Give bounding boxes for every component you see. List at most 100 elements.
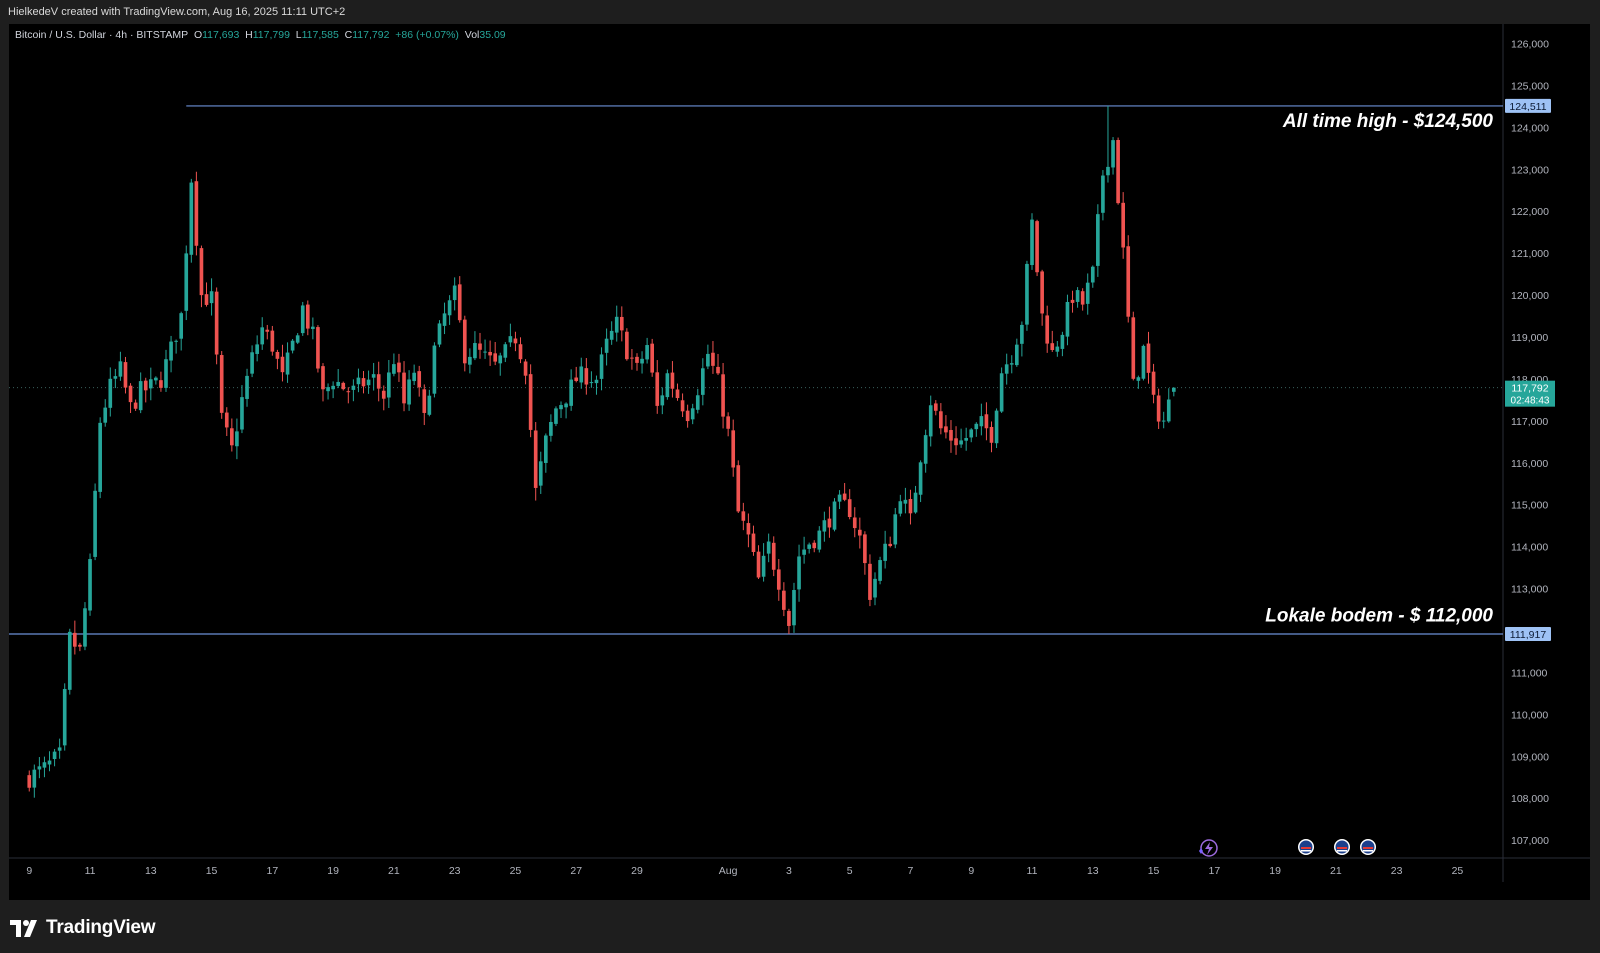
candle-body — [245, 375, 249, 399]
candle-body — [680, 400, 685, 412]
candle-body — [1101, 175, 1105, 213]
x-tick-label: 15 — [1148, 865, 1160, 877]
y-tick-label: 121,000 — [1511, 248, 1549, 260]
candle-body — [538, 461, 543, 486]
candle-body — [822, 520, 827, 532]
candle-body — [614, 316, 619, 333]
candle-body — [898, 501, 903, 514]
candle-body — [1030, 219, 1034, 266]
x-tick-label: 5 — [847, 865, 853, 877]
candle-body — [1090, 266, 1095, 283]
candle-body — [387, 372, 391, 398]
candle-body — [260, 327, 265, 345]
brand-name: TradingView — [46, 917, 156, 938]
tradingview-brand[interactable]: TradingView — [10, 914, 156, 942]
candle-body — [1055, 346, 1060, 352]
candle-body — [290, 340, 295, 351]
candle-body — [660, 395, 665, 406]
candle-body — [751, 533, 756, 552]
candle-body — [128, 385, 133, 403]
candle-body — [949, 430, 953, 441]
candle-body — [402, 372, 406, 404]
candle-body — [199, 248, 204, 296]
candle-body — [189, 182, 194, 255]
candle-body — [179, 313, 184, 339]
candle-body — [1070, 299, 1075, 303]
candle-body — [113, 376, 118, 379]
y-tick-label: 122,000 — [1511, 206, 1549, 218]
candle-body — [721, 374, 725, 417]
y-tick-label: 116,000 — [1511, 458, 1548, 470]
candle-body — [852, 517, 857, 529]
candle-body — [782, 590, 786, 610]
us-flag-event-icon-2-stripe2 — [1337, 850, 1347, 852]
y-tick-label: 114,000 — [1511, 542, 1548, 554]
candle-body — [989, 426, 994, 443]
legend-vol-value: 35.09 — [479, 29, 505, 41]
us-flag-event-icon-3-stripe — [1363, 847, 1373, 849]
candle-body — [559, 405, 563, 410]
candle-body — [376, 374, 381, 389]
candle-body — [569, 379, 573, 406]
candle-body — [584, 368, 589, 385]
candle-body — [701, 368, 705, 395]
candle-body — [280, 356, 285, 373]
candle-body — [549, 421, 553, 436]
candle-body — [771, 542, 776, 570]
us-flag-event-icon-3-stripe2 — [1363, 850, 1373, 852]
candle-body — [311, 326, 315, 329]
candle-body — [255, 344, 259, 354]
candle-body — [326, 387, 330, 392]
candlestick-chart[interactable]: 107,000108,000109,000110,000111,000112,0… — [0, 0, 1600, 953]
y-tick-label: 119,000 — [1511, 332, 1548, 344]
candle-body — [412, 372, 416, 382]
candle-body — [371, 374, 376, 378]
candle-body — [523, 361, 528, 376]
y-tick-label: 126,000 — [1511, 39, 1549, 51]
candle-body — [974, 423, 979, 430]
candle-body — [392, 364, 396, 374]
candle-body — [235, 431, 239, 447]
candle-body — [397, 362, 401, 373]
candle-body — [498, 355, 503, 364]
x-tick-label: 3 — [786, 865, 792, 877]
candle-body — [1040, 271, 1044, 314]
candle-body — [807, 544, 811, 549]
legend-l-value: 117,585 — [302, 29, 339, 41]
candle-body — [194, 181, 199, 246]
candle-body — [883, 543, 887, 561]
candle-body — [42, 762, 47, 768]
candle-body — [508, 336, 513, 343]
candle-body — [437, 323, 442, 345]
candle-body — [1060, 334, 1065, 349]
candle-body — [761, 555, 766, 577]
candle-body — [493, 353, 498, 362]
candle-body — [716, 366, 720, 374]
x-tick-label: 11 — [1027, 865, 1038, 877]
candle-body — [599, 354, 604, 379]
x-tick-label: 9 — [968, 865, 974, 877]
candle-body — [513, 338, 518, 344]
candle-body — [933, 403, 938, 411]
ohlc-legend[interactable]: Bitcoin / U.S. Dollar · 4h · BITSTAMP O1… — [15, 29, 506, 41]
candle-body — [787, 610, 791, 626]
candle-body — [812, 542, 817, 549]
candle-body — [837, 494, 842, 502]
y-tick-label: 113,000 — [1511, 584, 1548, 596]
candle-body — [903, 499, 908, 504]
candle-body — [625, 331, 629, 360]
candle-body — [913, 492, 918, 513]
candle-body — [452, 285, 457, 301]
candle-body — [1045, 315, 1050, 344]
x-tick-label: 25 — [1452, 865, 1464, 877]
candle-body — [468, 356, 472, 365]
candle-body — [670, 372, 675, 389]
us-flag-event-icon-1-stripe — [1301, 847, 1311, 849]
candle-body — [1014, 344, 1019, 366]
candle-body — [83, 608, 87, 647]
candle-body — [1020, 324, 1024, 344]
candle-body — [554, 408, 558, 424]
candle-body — [842, 493, 847, 500]
ath-annotation: All time high - $124,500 — [1282, 111, 1494, 132]
candle-body — [1171, 387, 1176, 392]
